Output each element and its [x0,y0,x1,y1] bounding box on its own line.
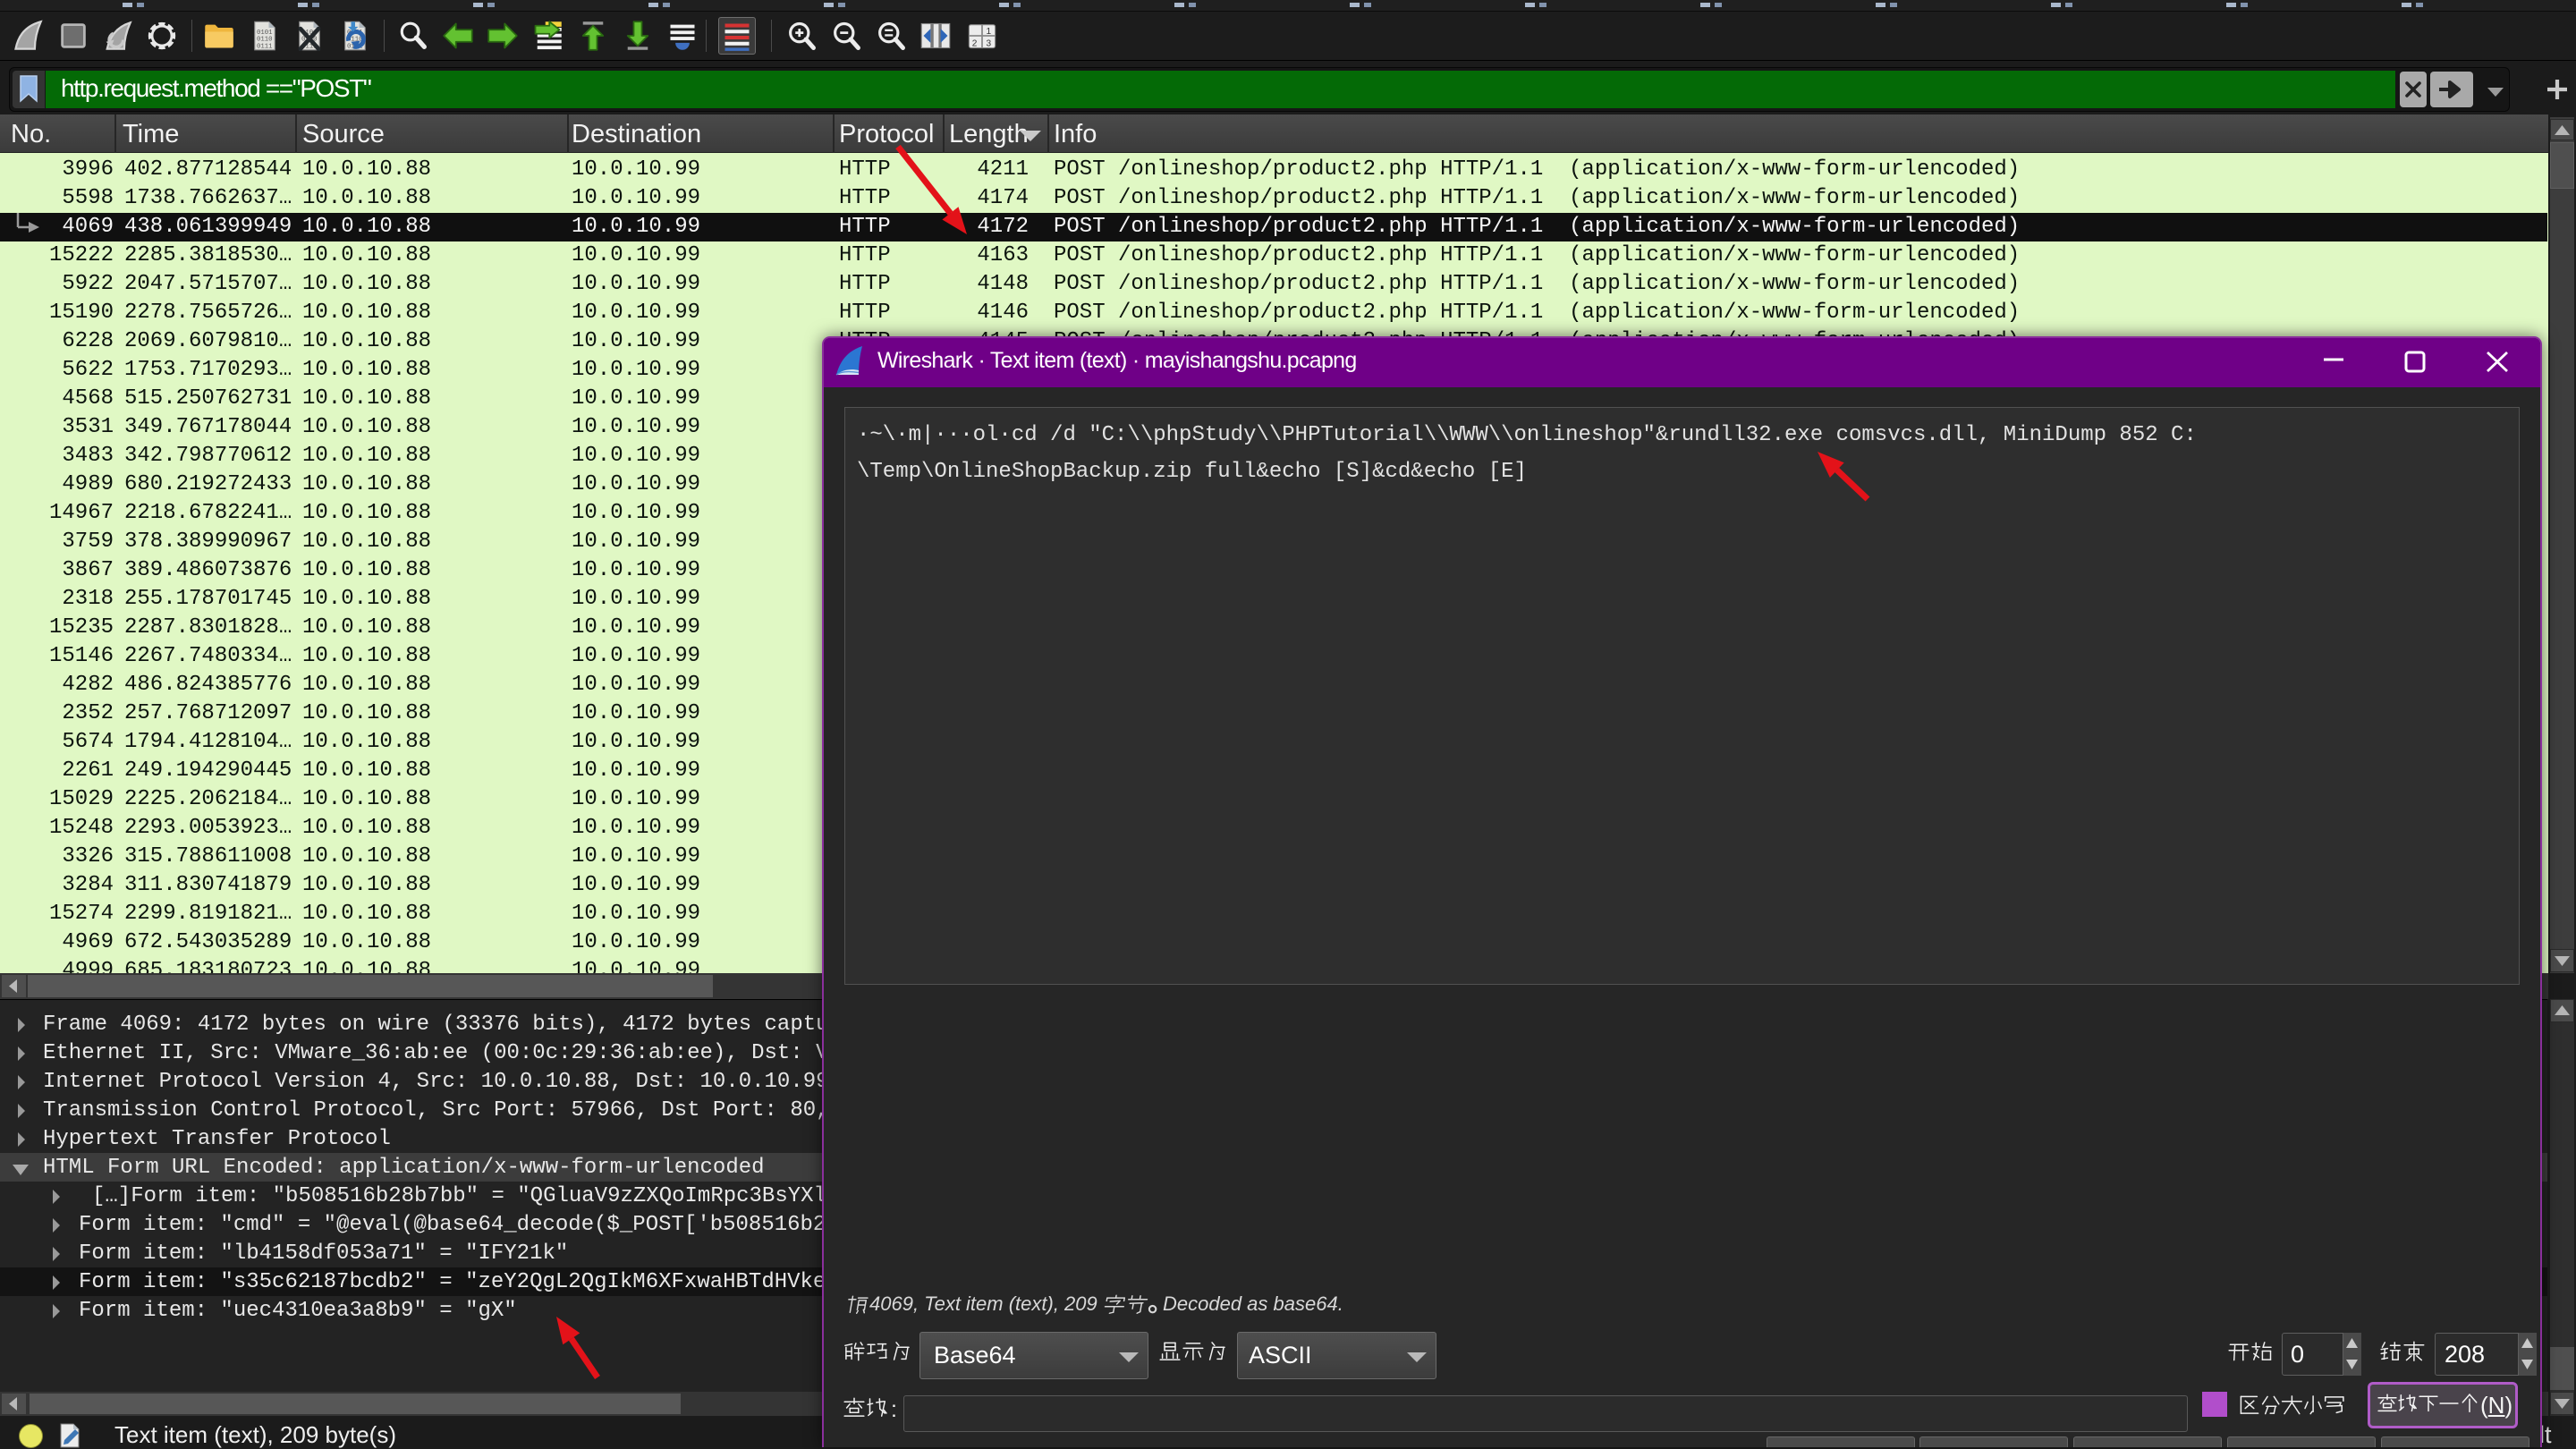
svg-text:0101: 0101 [257,30,273,37]
svg-text:0111: 0111 [257,44,273,51]
svg-text:0110: 0110 [257,37,273,44]
svg-text:1: 1 [987,27,992,37]
svg-text:3: 3 [987,38,992,48]
svg-text:2: 2 [972,38,978,48]
